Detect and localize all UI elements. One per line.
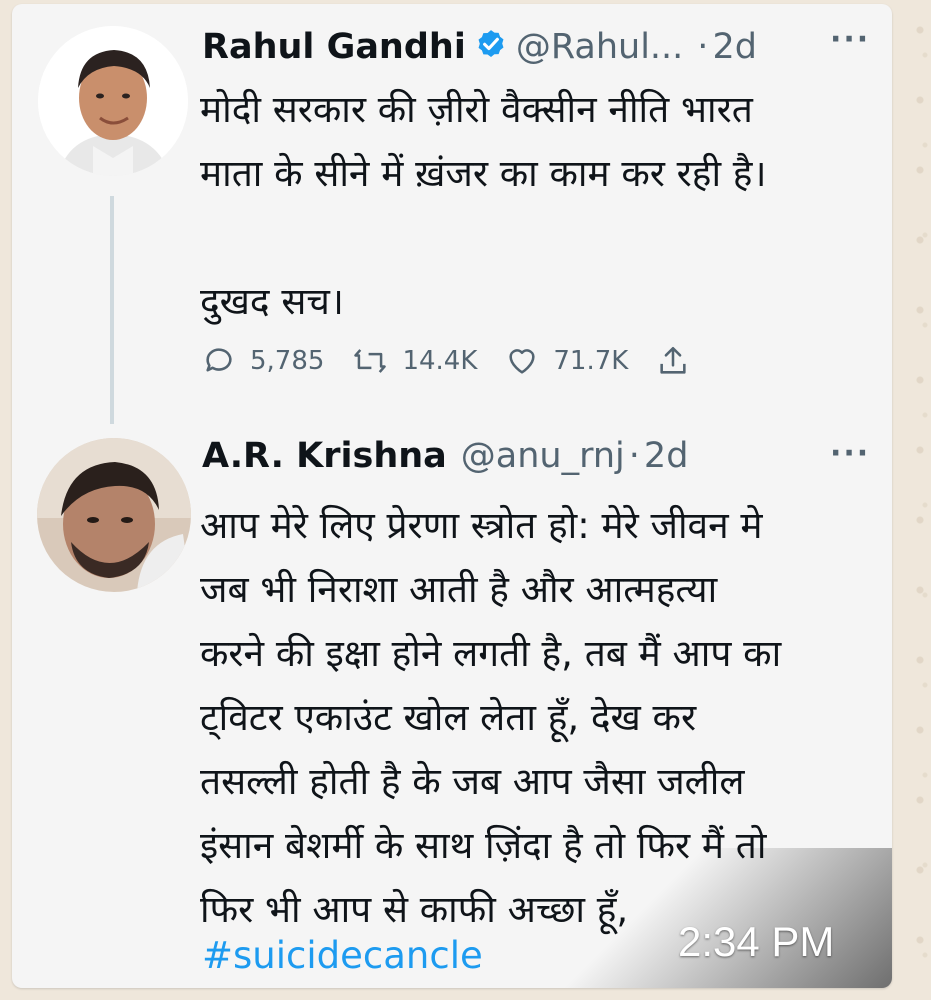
tweet-time[interactable]: 2d — [644, 436, 689, 476]
share-action[interactable] — [656, 344, 704, 378]
more-options-icon[interactable]: ··· — [830, 436, 870, 471]
share-icon — [660, 346, 686, 374]
retweet-icon — [354, 349, 387, 373]
hashtag-link[interactable]: #suicidecancle — [202, 934, 483, 977]
heart-icon — [509, 349, 535, 374]
avatar-rahul-gandhi[interactable] — [38, 26, 188, 176]
thread-connector-line — [110, 196, 114, 424]
author-handle[interactable]: @Rahul... — [516, 27, 683, 67]
verified-badge-icon — [474, 28, 508, 62]
separator-dot: · — [697, 27, 709, 67]
like-count: 71.7K — [553, 346, 629, 376]
tweet-text: मोदी सरकार की ज़ीरो वैक्सीन नीति भारत मा… — [200, 88, 767, 323]
reply-icon — [206, 348, 232, 372]
reply-action[interactable]: 5,785 — [202, 344, 324, 378]
reply-count: 5,785 — [250, 346, 325, 376]
like-action[interactable]: 71.7K — [505, 344, 628, 378]
tweet-actions: 5,785 14.4K 71.7K — [202, 344, 732, 378]
separator-dot: · — [628, 436, 640, 476]
author-name[interactable]: Rahul Gandhi — [202, 27, 466, 67]
more-options-icon[interactable]: ··· — [830, 22, 870, 57]
tweet-time[interactable]: 2d — [712, 27, 757, 67]
author-handle[interactable]: @anu_rnj — [461, 436, 625, 476]
message-timestamp: 2:34 PM — [678, 918, 835, 965]
avatar-ar-krishna[interactable] — [37, 438, 191, 592]
image-message-bubble[interactable]: Rahul Gandhi @Rahul... · 2d ··· मोदी सरक… — [12, 4, 892, 988]
retweet-action[interactable]: 14.4K — [352, 344, 477, 378]
tweet-header: Rahul Gandhi @Rahul... · 2d — [202, 24, 757, 67]
retweet-count: 14.4K — [402, 346, 478, 376]
tweet-header: A.R. Krishna @anu_rnj · 2d — [202, 436, 688, 476]
author-name[interactable]: A.R. Krishna — [202, 436, 447, 476]
